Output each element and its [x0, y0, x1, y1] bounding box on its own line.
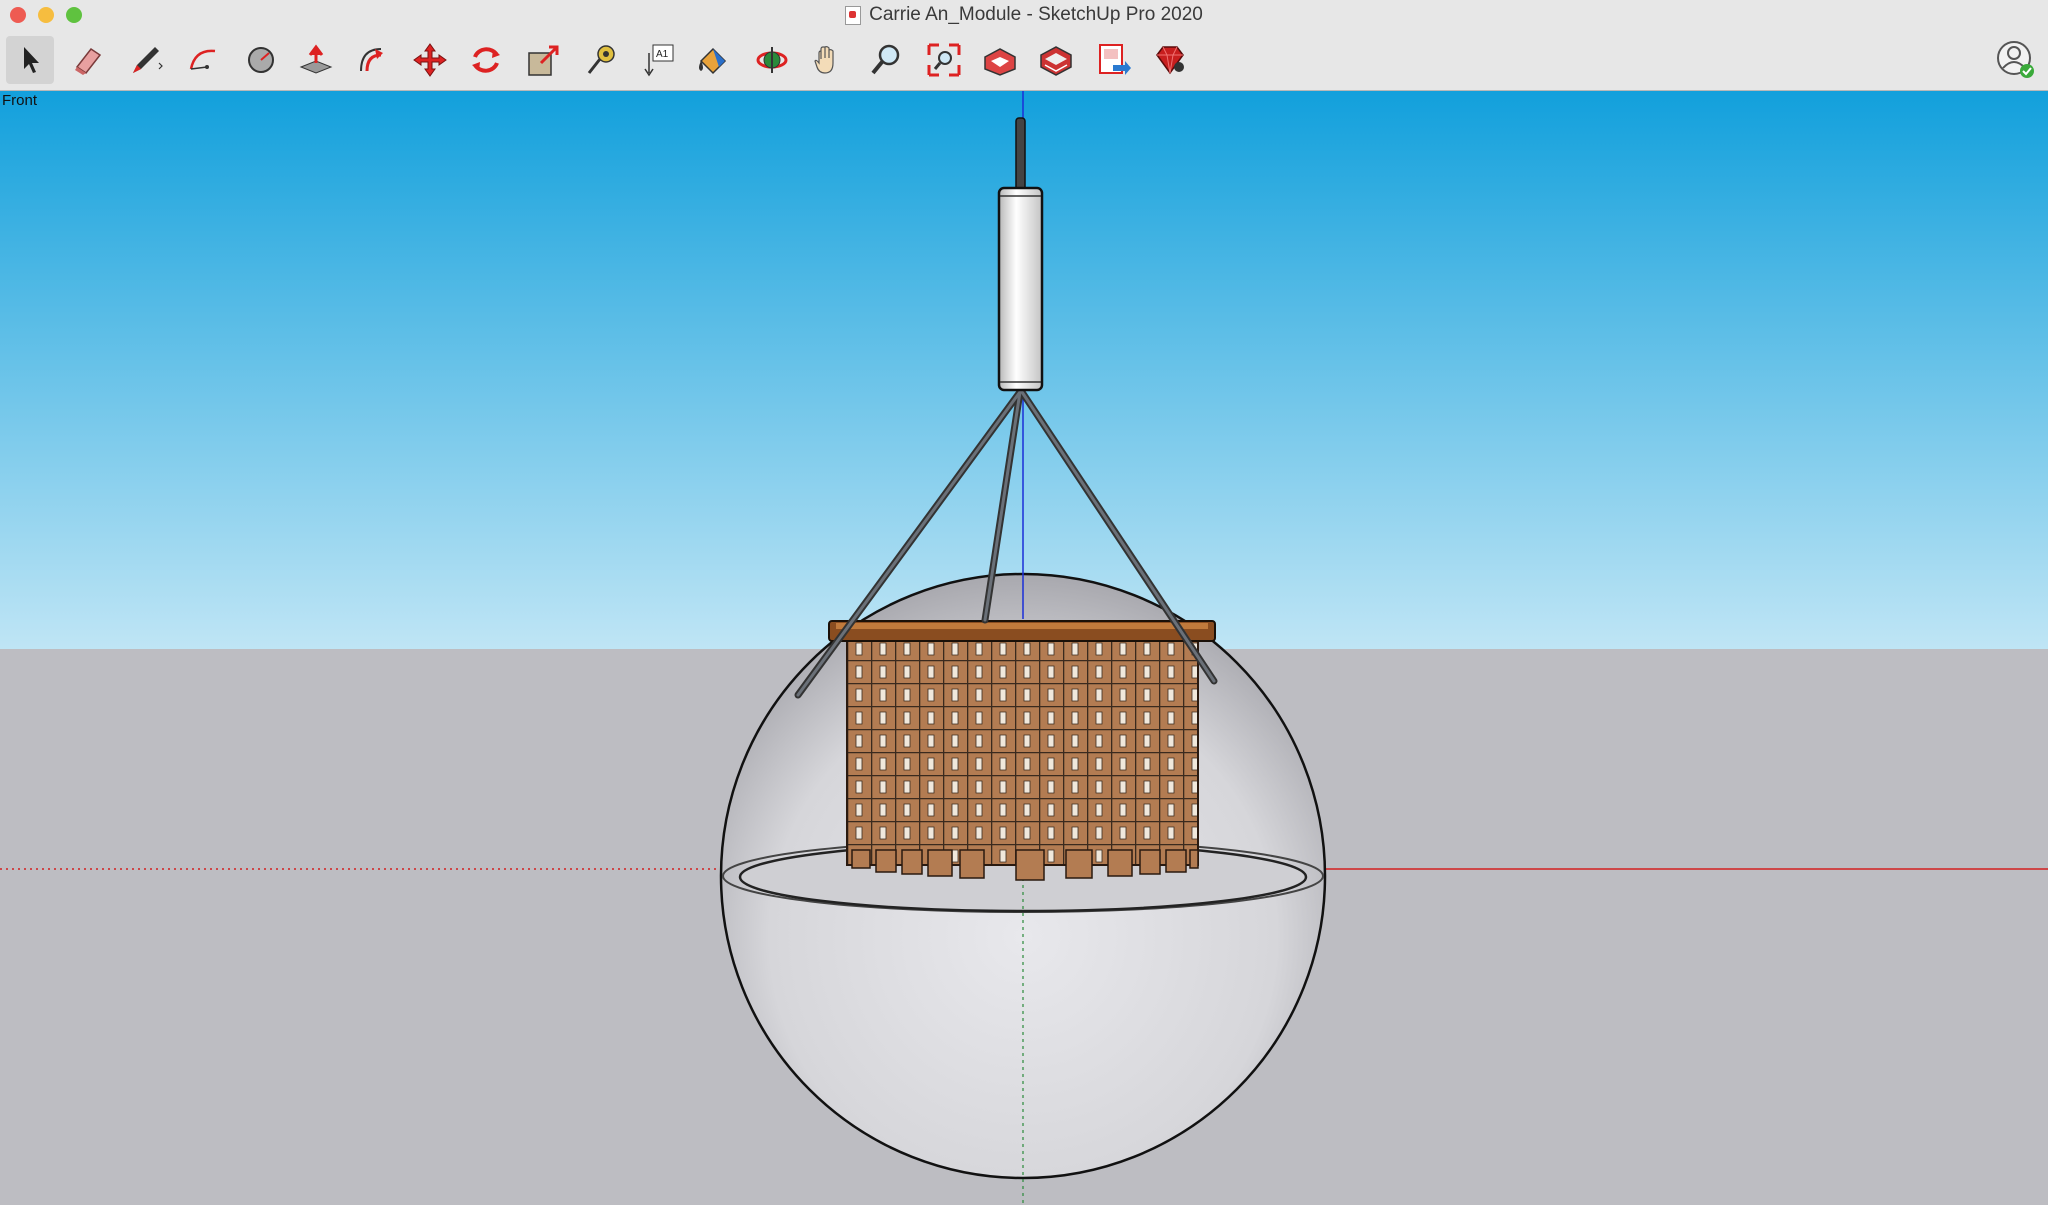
arc-icon [189, 49, 216, 70]
push-pull-icon [299, 44, 333, 74]
basket-rim-highlight [836, 623, 1208, 629]
move-tool-button[interactable] [406, 36, 454, 84]
3d-warehouse-tool-button[interactable] [976, 36, 1024, 84]
pan-tool-button[interactable] [804, 36, 852, 84]
select-tool-button[interactable] [6, 36, 54, 84]
send-to-layout-tool-button[interactable] [1090, 36, 1138, 84]
view-label: Front [2, 92, 38, 109]
minimize-window-button[interactable] [38, 7, 54, 23]
document-icon [845, 5, 862, 25]
scale-tool-button[interactable] [520, 36, 568, 84]
paint-bucket-tool-button[interactable] [688, 36, 736, 84]
eraser-icon [75, 47, 102, 75]
tape-measure-icon [587, 45, 615, 74]
eraser-tool-button[interactable] [64, 36, 112, 84]
line-tool-button[interactable] [122, 36, 170, 84]
extension-warehouse-tool-button[interactable] [1032, 36, 1080, 84]
circle-icon [248, 47, 274, 73]
offset-tool-button[interactable] [348, 36, 396, 84]
window-controls [10, 7, 82, 23]
shapes-tool-button[interactable] [238, 36, 286, 84]
title-bar: Carrie An_Module - SketchUp Pro 2020 [0, 0, 2048, 30]
arc-tool-button[interactable] [180, 36, 228, 84]
rotate-icon [472, 47, 500, 73]
pencil-icon [133, 47, 163, 73]
window-title-text: Carrie An_Module - SketchUp Pro 2020 [869, 4, 1203, 25]
zoom-window-button[interactable] [66, 7, 82, 23]
rotate-tool-button[interactable] [462, 36, 510, 84]
paint-bucket-icon [699, 47, 727, 75]
ruby-icon [1156, 46, 1184, 75]
arrow-cursor-icon [24, 47, 39, 73]
push-pull-tool-button[interactable] [292, 36, 340, 84]
account-icon[interactable] [1994, 38, 2038, 82]
scale-icon [528, 45, 559, 76]
orbit-tool-button[interactable] [748, 36, 796, 84]
extension-warehouse-icon [1040, 46, 1072, 76]
hanging-rod [1015, 117, 1026, 191]
layout-icon [1099, 44, 1131, 75]
zoom-tool-button[interactable] [862, 36, 910, 84]
toolbar: A1 [0, 30, 2048, 91]
model-viewport[interactable] [0, 91, 2048, 1205]
text-tool-button[interactable]: A1 [634, 36, 682, 84]
tape-measure-tool-button[interactable] [578, 36, 626, 84]
close-window-button[interactable] [10, 7, 26, 23]
text-icon: A1 [644, 44, 674, 77]
basket-body [846, 636, 1199, 866]
cylinder [997, 186, 1044, 392]
zoom-extents-icon [927, 43, 961, 77]
text-tool-label: A1 [656, 49, 669, 60]
hand-icon [814, 46, 834, 74]
offset-icon [360, 48, 383, 72]
orbit-icon [756, 47, 788, 73]
extension-manager-tool-button[interactable] [1146, 36, 1194, 84]
window-title: Carrie An_Module - SketchUp Pro 2020 [845, 4, 1203, 26]
magnifier-icon [871, 44, 900, 75]
warehouse-icon [984, 48, 1016, 76]
zoom-extents-tool-button[interactable] [920, 36, 968, 84]
move-icon [413, 43, 447, 77]
